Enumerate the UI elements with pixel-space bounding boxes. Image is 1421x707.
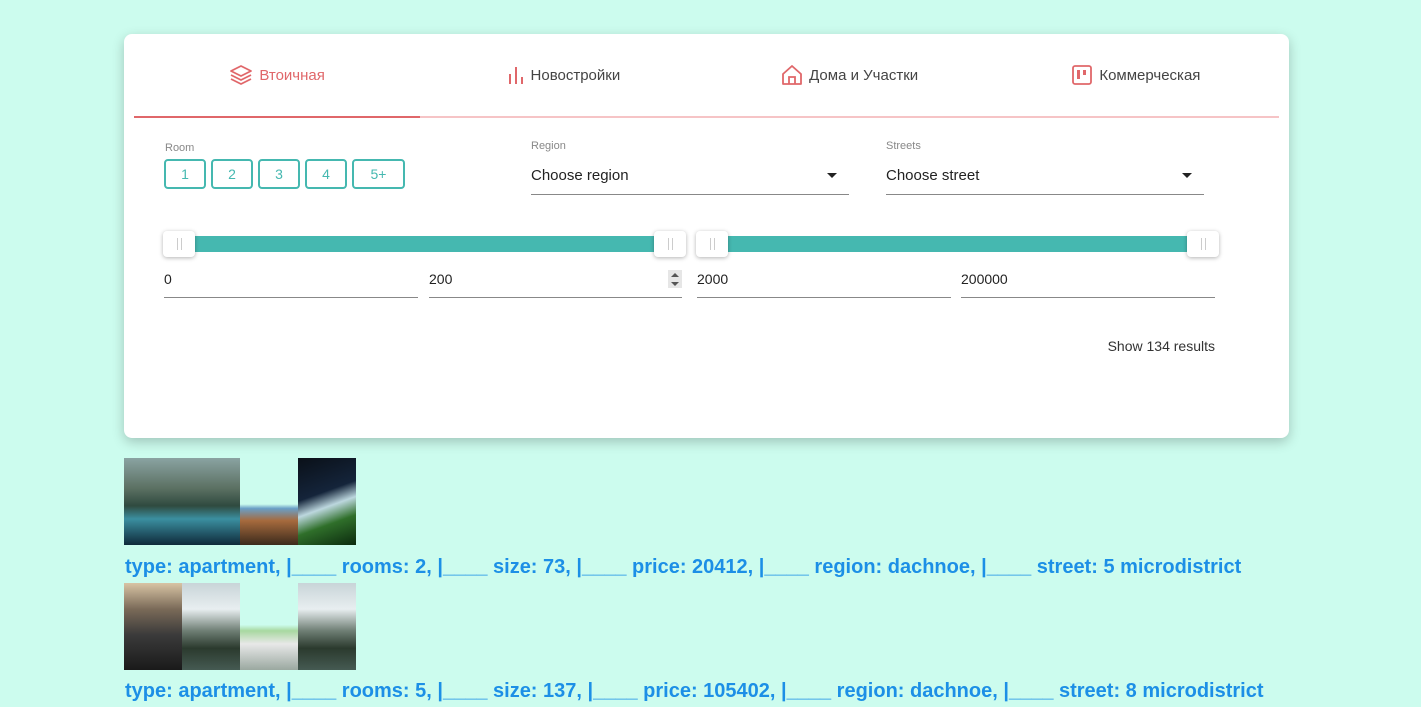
listing-photo-mountain[interactable]: [298, 583, 356, 670]
tab-label: Дома и Участки: [809, 66, 919, 84]
price-max-value: 200000: [961, 270, 1008, 287]
tab-label: Втоичная: [259, 66, 325, 84]
size-max-input[interactable]: 200: [429, 260, 682, 298]
listing-description[interactable]: type: apartment, |____ rooms: 2, |____ s…: [125, 556, 1241, 579]
listing-gallery: [124, 458, 356, 545]
show-results-button[interactable]: Show 134 results: [1108, 338, 1215, 354]
filter-card: Втоичная Новостройки Дома и Участки Комм…: [124, 34, 1289, 438]
region-label: Region: [531, 140, 566, 152]
room-button-1[interactable]: 1: [164, 159, 206, 189]
tab-commercial[interactable]: Коммерческая: [993, 34, 1279, 116]
board-icon: [1072, 65, 1093, 85]
tab-label: Новостройки: [530, 66, 621, 84]
caret-down-icon: [1182, 172, 1192, 178]
size-max-handle[interactable]: [654, 231, 686, 257]
listing-photo-coast[interactable]: [124, 458, 182, 545]
tab-houses[interactable]: Дома и Участки: [707, 34, 993, 116]
listing-photo-city[interactable]: [124, 583, 182, 670]
region-select[interactable]: Choose region: [531, 156, 849, 195]
layers-icon: [230, 65, 253, 85]
price-min-handle[interactable]: [696, 231, 728, 257]
caret-down-icon: [827, 172, 837, 178]
room-button-2[interactable]: 2: [211, 159, 253, 189]
listing-photo-coast[interactable]: [182, 458, 240, 545]
listing-photo-dark-landscape[interactable]: [298, 458, 356, 545]
listing-description[interactable]: type: apartment, |____ rooms: 5, |____ s…: [125, 680, 1264, 703]
street-select-value: Choose street: [886, 166, 980, 184]
category-tabs: Втоичная Новостройки Дома и Участки Комм…: [134, 34, 1279, 118]
room-button-5-plus[interactable]: 5+: [352, 159, 405, 189]
listing-photo-mountain[interactable]: [182, 583, 240, 670]
listing-gallery: [124, 583, 356, 670]
bar-chart-icon: [508, 67, 523, 84]
room-button-4[interactable]: 4: [305, 159, 347, 189]
size-min-handle[interactable]: [163, 231, 195, 257]
streets-label: Streets: [886, 140, 921, 152]
street-select[interactable]: Choose street: [886, 156, 1204, 195]
listing-photo-canyon[interactable]: [240, 458, 298, 545]
size-range-track[interactable]: [180, 236, 670, 252]
tab-label: Коммерческая: [1099, 66, 1201, 84]
tab-new-buildings[interactable]: Новостройки: [420, 34, 706, 116]
size-min-value: 0: [164, 270, 172, 287]
size-max-value: 200: [429, 270, 453, 287]
room-selector: 1 2 3 4 5+: [164, 159, 405, 189]
listing-photo-phone[interactable]: [240, 583, 298, 670]
price-max-input[interactable]: 200000: [961, 260, 1215, 298]
price-min-value: 2000: [697, 270, 729, 287]
region-select-value: Choose region: [531, 166, 629, 184]
price-min-input[interactable]: 2000: [697, 260, 951, 298]
room-button-3[interactable]: 3: [258, 159, 300, 189]
room-label: Room: [165, 142, 195, 154]
house-icon: [782, 65, 802, 85]
number-spinner[interactable]: [668, 270, 682, 288]
price-max-handle[interactable]: [1187, 231, 1219, 257]
tab-secondary[interactable]: Втоичная: [134, 34, 421, 118]
size-min-input[interactable]: 0: [164, 260, 418, 298]
price-range-track[interactable]: [713, 236, 1203, 252]
